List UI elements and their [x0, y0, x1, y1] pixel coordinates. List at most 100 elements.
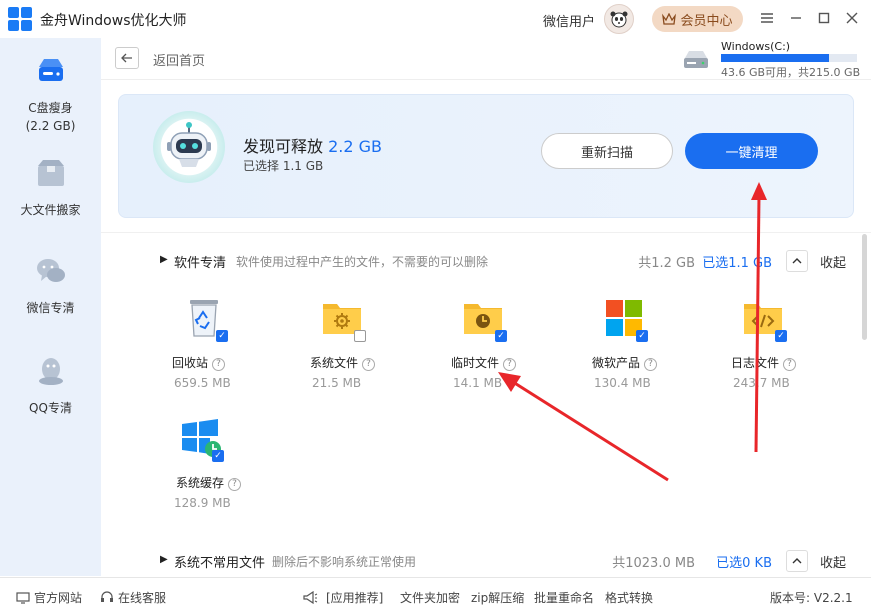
zip-link[interactable]: zip解压缩: [471, 589, 524, 606]
item-size: 14.1 MB: [453, 376, 503, 390]
item-checkbox[interactable]: ✓: [495, 330, 507, 342]
item-name: 系统文件?: [310, 354, 376, 371]
robot-mascot: [153, 111, 225, 183]
disk-usage-fill: [721, 54, 830, 62]
collapse-button[interactable]: 收起: [820, 552, 846, 571]
item-checkbox[interactable]: [354, 330, 366, 342]
item-name: 临时文件?: [451, 354, 517, 371]
online-service-link[interactable]: 在线客服: [100, 589, 166, 606]
maximize-icon[interactable]: [814, 8, 834, 28]
section-selected: 已选0 KB: [716, 556, 772, 571]
section-title: 软件专清: [174, 256, 227, 271]
item-name: 微软产品?: [592, 354, 658, 371]
item-name: 回收站?: [172, 354, 226, 371]
item-checkbox[interactable]: ✓: [775, 330, 787, 342]
format-convert-link[interactable]: 格式转换: [605, 589, 653, 606]
avatar[interactable]: [604, 4, 634, 34]
vip-label: 会员中心: [680, 13, 733, 29]
annotation-arrow-to-temp: [512, 380, 669, 482]
section-desc: 删除后不影响系统正常使用: [272, 555, 417, 569]
item-name: 日志文件?: [731, 354, 797, 371]
one-click-clean-button[interactable]: 一键清理: [685, 133, 818, 169]
section-system-unused: ▶ 系统不常用文件 删除后不影响系统正常使用 共1023.0 MB 已选0 KB…: [160, 550, 860, 572]
selected-summary: 已选择 1.1 GB: [243, 159, 324, 173]
expand-triangle-icon[interactable]: ▶: [160, 254, 168, 265]
sidebar-item-c-drive-slim[interactable]: C盘瘦身 (2.2 GB): [0, 54, 101, 135]
arrow-left-icon: [121, 53, 132, 63]
drive-icon: [38, 59, 63, 81]
sidebar-item-label: 微信专清: [26, 301, 75, 315]
close-icon[interactable]: [842, 8, 862, 28]
sidebar-item-label: 大文件搬家: [20, 203, 81, 217]
help-icon[interactable]: ?: [503, 358, 517, 371]
found-summary: 发现可释放 2.2 GB: [243, 133, 382, 157]
title-bar: 金舟Windows优化大师 微信用户 会员中心: [0, 0, 871, 38]
expand-triangle-icon[interactable]: ▶: [160, 554, 168, 565]
batch-rename-link[interactable]: 批量重命名: [534, 589, 594, 606]
app-title: 金舟Windows优化大师: [40, 13, 187, 29]
item-size: 243.7 MB: [733, 376, 790, 390]
user-name[interactable]: 微信用户: [543, 11, 595, 30]
panda-avatar-icon: [610, 11, 628, 28]
qq-penguin-icon: [38, 358, 63, 385]
crown-icon: [662, 13, 677, 25]
website-link[interactable]: 官方网站: [16, 589, 82, 606]
found-prefix: 发现可释放: [243, 137, 324, 156]
item-size: 659.5 MB: [174, 376, 231, 390]
sidebar-item-qq-clean[interactable]: QQ专清: [0, 354, 101, 417]
monitor-icon: [16, 592, 30, 604]
headset-icon: [101, 591, 113, 602]
item-checkbox[interactable]: ✓: [636, 330, 648, 342]
section-total: 共1023.0 MB: [612, 556, 695, 571]
folder-encrypt-link[interactable]: 文件夹加密: [400, 589, 460, 606]
recommend-label: [应用推荐]: [302, 589, 383, 606]
sidebar-item-large-file-move[interactable]: 大文件搬家: [0, 156, 101, 219]
back-home-link[interactable]: 返回首页: [153, 50, 205, 69]
chevron-up-icon[interactable]: [786, 550, 808, 572]
disk-name: Windows(C:): [721, 40, 791, 53]
box-icon: [37, 160, 64, 186]
megaphone-icon: [303, 590, 318, 605]
help-icon[interactable]: ?: [362, 358, 376, 371]
found-size: 2.2 GB: [328, 137, 383, 156]
section-title: 系统不常用文件: [174, 556, 266, 571]
sidebar-item-label: C盘瘦身: [28, 101, 73, 115]
robot-icon: [167, 122, 211, 167]
minimize-icon[interactable]: [786, 8, 806, 28]
item-checkbox[interactable]: ✓: [212, 450, 224, 462]
wechat-icon: [36, 259, 65, 282]
sidebar-item-sub: (2.2 GB): [25, 119, 76, 133]
section-desc: 软件使用过程中产生的文件，不需要的可以删除: [236, 255, 489, 269]
divider: [101, 232, 871, 233]
disk-info: 43.6 GB可用，共215.0 GB: [721, 66, 861, 79]
top-bar: 返回首页 Windows(C:) 43.6 GB可用，共215.0 GB: [101, 38, 871, 80]
help-icon[interactable]: ?: [644, 358, 658, 371]
item-checkbox[interactable]: ✓: [216, 330, 228, 342]
section-software-clean: ▶ 软件专清 软件使用过程中产生的文件，不需要的可以删除 共1.2 GB 已选1…: [160, 250, 860, 272]
footer: 官方网站 在线客服 [应用推荐] 文件夹加密 zip解压缩 批量重命名 格式转换…: [0, 577, 871, 614]
section-selected: 已选1.1 GB: [702, 256, 772, 271]
sidebar-item-label: QQ专清: [29, 401, 72, 415]
collapse-button[interactable]: 收起: [820, 252, 846, 271]
help-icon[interactable]: ?: [783, 358, 797, 371]
app-logo-icon: [8, 7, 32, 31]
version-label: 版本号: V2.2.1: [770, 591, 853, 605]
chevron-up-icon[interactable]: [786, 250, 808, 272]
scrollbar[interactable]: [862, 234, 867, 340]
sidebar-item-wechat-clean[interactable]: 微信专清: [0, 254, 101, 317]
back-button[interactable]: [115, 47, 139, 69]
item-name: 系统缓存?: [176, 474, 242, 491]
help-icon[interactable]: ?: [228, 478, 242, 491]
sidebar: C盘瘦身 (2.2 GB) 大文件搬家 微信专清 QQ专清: [0, 38, 101, 576]
menu-icon[interactable]: [757, 8, 777, 28]
disk-usage-bar: [721, 54, 857, 62]
vip-center-button[interactable]: 会员中心: [652, 6, 743, 32]
section-total: 共1.2 GB: [638, 256, 695, 271]
item-size: 128.9 MB: [174, 496, 231, 510]
item-size: 130.4 MB: [594, 376, 651, 390]
help-icon[interactable]: ?: [212, 358, 226, 371]
item-size: 21.5 MB: [312, 376, 362, 390]
hard-disk-icon: [684, 51, 708, 68]
scan-result-panel: 发现可释放 2.2 GB 已选择 1.1 GB 重新扫描 一键清理: [118, 94, 854, 218]
rescan-button[interactable]: 重新扫描: [541, 133, 673, 169]
